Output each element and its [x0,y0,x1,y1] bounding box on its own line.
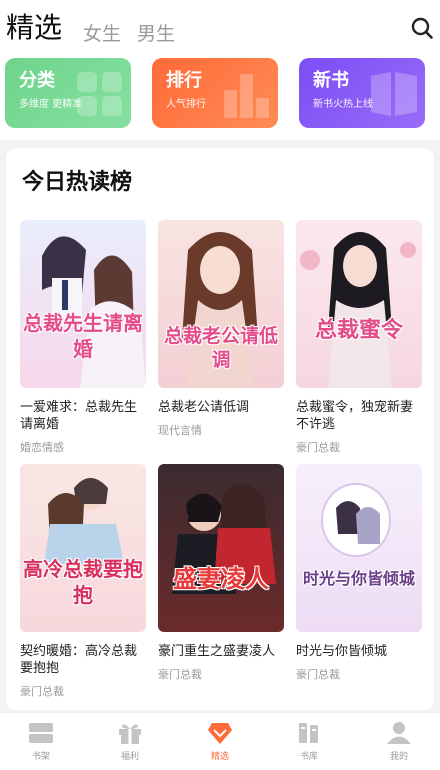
book-cover: 总裁蜜令 [296,220,422,388]
category-card-ranking[interactable]: 排行 人气排行 [152,58,278,128]
category-title: 排行 [166,70,202,91]
bottom-navigation: 书架 福利 精选 书库 我的 [0,712,440,770]
book-genre-tag: 现代言情 [158,424,202,437]
category-title: 分类 [19,70,55,91]
category-subtitle: 人气排行 [166,99,206,110]
grid-icon [77,72,122,116]
book-title: 豪门重生之盛妻凌人 [158,644,276,659]
nav-label: 我的 [389,752,408,762]
category-subtitle: 新书火热上线 [313,99,373,110]
book-card[interactable]: 总裁先生请离婚 一爱难求：总裁先生请离婚 婚恋情感 [20,220,146,455]
tab-female[interactable]: 女生 [83,21,121,47]
cover-title: 总裁蜜令 [314,317,403,343]
book-card[interactable]: 盛妻凌人 豪门重生之盛妻凌人 豪门总裁 [158,464,284,682]
cover-art [42,236,146,388]
book-cover: 总裁老公请低调 [158,220,284,388]
book-genre-tag: 婚恋情感 [20,441,64,454]
book-card[interactable]: 总裁蜜令 总裁蜜令，独宠新妻不许逃 豪门总裁 [296,220,422,455]
nav-profile[interactable]: 我的 [374,721,424,763]
book-title: 一爱难求：总裁先生请离婚 [20,400,138,432]
cover-title: 总裁先生请离婚 [23,311,143,361]
book-cover: 高冷总裁要抱抱 [20,464,146,632]
library-icon [299,723,318,743]
category-title: 新书 [313,70,349,91]
nav-bookshelf[interactable]: 书架 [16,721,66,763]
profile-icon [387,722,411,744]
nav-label: 书库 [299,752,318,762]
nav-welfare[interactable]: 福利 [105,721,155,763]
cover-title: 时光与你皆倾城 [302,569,415,588]
category-card-classify[interactable]: 分类 多维度 更精准 [5,58,131,128]
cover-art [300,232,416,388]
cover-title: 总裁老公请低调 [163,325,278,371]
tab-male[interactable]: 男生 [137,21,175,47]
book-genre-tag: 豪门总裁 [296,668,340,681]
hot-list-title: 今日热读榜 [22,170,133,195]
cover-art [172,483,276,594]
nav-label: 福利 [120,752,139,762]
tab-featured[interactable]: 精选 [6,10,62,46]
book-cover: 盛妻凌人 [158,464,284,632]
book-title: 时光与你皆倾城 [296,644,388,659]
book-genre-tag: 豪门总裁 [158,668,202,681]
book-title: 契约暖婚：高冷总裁要抱抱 [20,644,138,676]
cover-title: 高冷总裁要抱抱 [23,557,143,607]
search-icon[interactable] [410,16,434,40]
book-genre-tag: 豪门总裁 [20,685,64,698]
gift-icon [119,724,141,744]
bookshelf-icon [29,723,53,743]
nav-library[interactable]: 书库 [284,721,334,763]
cover-title: 盛妻凌人 [173,564,269,593]
nav-label: 精选 [210,752,229,762]
top-tab-bar: 精选 女生 男生 [0,0,440,52]
cover-art [321,483,391,557]
book-cover: 时光与你皆倾城 [296,464,422,632]
book-cover: 总裁先生请离婚 [20,220,146,388]
book-title: 总裁老公请低调 [158,400,250,415]
nav-label: 书架 [31,752,50,762]
bar-chart-icon [224,74,269,118]
book-genre-tag: 豪门总裁 [296,441,340,454]
nav-featured[interactable]: 精选 [195,721,245,763]
diamond-icon [208,723,232,744]
book-card[interactable]: 高冷总裁要抱抱 契约暖婚：高冷总裁要抱抱 豪门总裁 [20,464,146,699]
hot-list-panel: 今日热读榜 总裁先生请离婚 一爱难求：总裁先生请离婚 婚恋情感 总裁老公请低调 … [6,148,434,710]
category-shortcuts: 分类 多维度 更精准 排行 人气排行 新书 新书火热上线 [0,52,440,140]
category-subtitle: 多维度 更精准 [19,99,83,110]
book-card[interactable]: 时光与你皆倾城 时光与你皆倾城 豪门总裁 [296,464,422,682]
book-icon [371,72,417,116]
book-card[interactable]: 总裁老公请低调 总裁老公请低调 现代言情 [158,220,284,438]
category-card-new-books[interactable]: 新书 新书火热上线 [299,58,425,128]
book-title: 总裁蜜令，独宠新妻不许逃 [296,400,414,432]
